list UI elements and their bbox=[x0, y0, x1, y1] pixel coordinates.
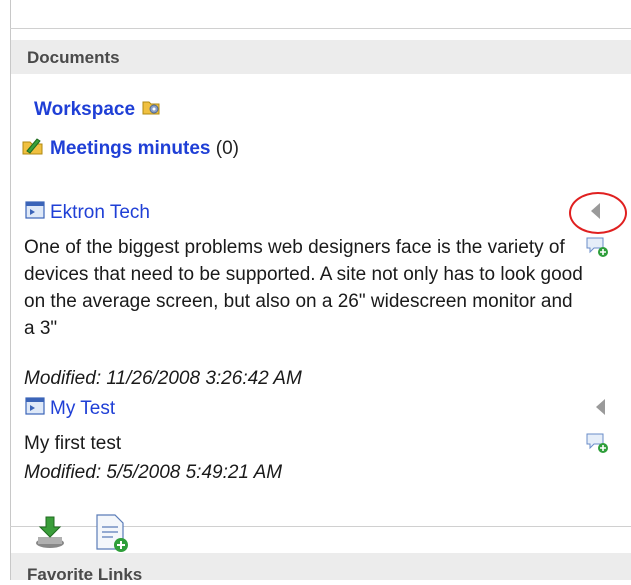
folder-label[interactable]: Meetings minutes bbox=[50, 138, 210, 159]
highlight-circle bbox=[569, 192, 627, 234]
folder-workspace[interactable]: Workspace bbox=[34, 97, 161, 123]
add-comment-icon[interactable] bbox=[585, 236, 609, 263]
add-comment-icon[interactable] bbox=[585, 432, 609, 459]
folder-pencil-icon bbox=[22, 136, 44, 162]
document-description: One of the biggest problems web designer… bbox=[24, 237, 583, 339]
document-modified-date: Modified: 5/5/2008 5:49:21 AM bbox=[24, 462, 283, 483]
section-title: Documents bbox=[27, 48, 120, 67]
workspace-folder-icon bbox=[141, 97, 161, 123]
document-item-my-test[interactable]: My Test bbox=[24, 396, 115, 422]
document-description: My first test bbox=[24, 433, 122, 454]
document-title[interactable]: Ektron Tech bbox=[50, 202, 150, 223]
download-icon[interactable] bbox=[34, 515, 70, 556]
new-document-icon[interactable] bbox=[93, 513, 129, 558]
triangle-left-icon[interactable] bbox=[596, 399, 605, 415]
document-icon bbox=[24, 396, 46, 422]
documents-section-header: Documents bbox=[11, 40, 631, 74]
folder-label[interactable]: Workspace bbox=[34, 99, 135, 120]
folder-meetings-minutes[interactable]: Meetings minutes (0) bbox=[22, 136, 239, 162]
folder-count: (0) bbox=[215, 138, 239, 160]
top-divider bbox=[10, 28, 631, 29]
panel-border bbox=[10, 0, 11, 580]
document-modified-date: Modified: 11/26/2008 3:26:42 AM bbox=[24, 368, 302, 389]
favorite-links-section-header: Favorite Links bbox=[11, 553, 631, 584]
document-title[interactable]: My Test bbox=[50, 398, 115, 419]
document-item-ektron-tech[interactable]: Ektron Tech bbox=[24, 200, 150, 226]
section-title: Favorite Links bbox=[27, 565, 143, 584]
document-icon bbox=[24, 200, 46, 226]
